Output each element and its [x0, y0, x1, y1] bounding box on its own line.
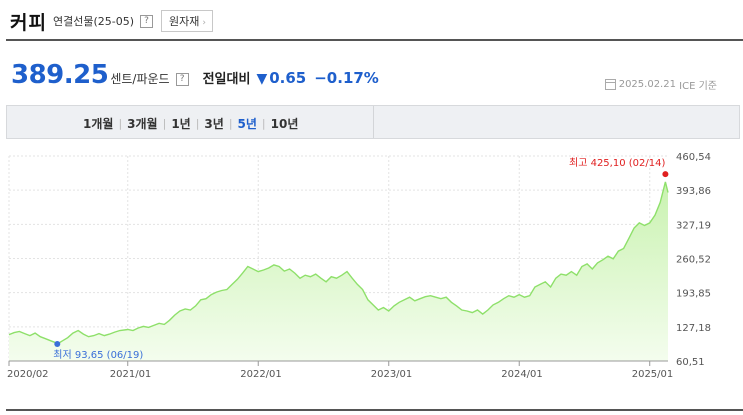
period-selector: 1개월 | 3개월 | 1년 | 3년 | 5년 | 10년	[6, 105, 740, 139]
period-tab[interactable]: 5년	[235, 115, 260, 132]
quote-date-info: 2025.02.21 ICE 기준	[604, 77, 717, 92]
x-tick-label: 2023/01	[371, 369, 413, 380]
price-unit: 센트/파운드	[110, 72, 170, 86]
low-point-label: 최저 93,65 (06/19)	[53, 349, 143, 361]
current-price: 389.25	[11, 60, 109, 90]
x-tick-label: 2025/01	[632, 369, 674, 380]
y-axis-labels: 460,54 393,86 327,19 260,52 193,85 127,18 60,5…	[676, 152, 711, 368]
high-point-marker	[662, 171, 669, 178]
period-tab[interactable]: 3개월	[124, 115, 160, 132]
x-tick-label: 2024/01	[501, 369, 543, 380]
period-tab[interactable]: 1년	[168, 115, 193, 132]
quote-date: 2025.02.21	[618, 79, 676, 90]
tab-separator: |	[261, 117, 266, 130]
price-row: 389.25 센트/파운드 ? 전일대비 ▼ 0.65 −0.17%	[11, 60, 379, 94]
period-tab[interactable]: 1개월	[80, 115, 116, 132]
x-tick-label: 2022/01	[240, 369, 282, 380]
tab-separator: |	[228, 117, 233, 130]
y-tick-label: 393,86	[676, 186, 711, 197]
header: 커피 연결선물(25-05) ? 원자재 ›	[10, 8, 213, 34]
top-divider	[6, 39, 743, 41]
period-tab[interactable]: 3년	[201, 115, 226, 132]
tab-separator: |	[118, 117, 123, 130]
contract-subtitle: 연결선물(25-05)	[52, 15, 134, 28]
x-tick-label: 2021/01	[110, 369, 152, 380]
raw-material-label: 원자재	[169, 15, 200, 28]
change-label: 전일대비	[202, 72, 251, 87]
y-tick-label: 460,54	[676, 152, 711, 163]
x-axis-labels: 2020/02 2021/01 2022/01 2023/01 2024/01 2025/…	[7, 360, 674, 380]
high-point-label: 최고 425,10 (02/14)	[569, 157, 665, 169]
help-icon[interactable]: ?	[140, 14, 153, 28]
change-value: 0.65	[269, 69, 307, 87]
calendar-icon	[604, 79, 616, 90]
change-percent: −0.17%	[314, 69, 379, 87]
y-tick-label: 260,52	[676, 255, 711, 266]
period-bar-divider	[373, 106, 374, 138]
low-point-marker	[54, 341, 61, 348]
y-tick-label: 60,51	[676, 357, 705, 368]
unit-help-icon[interactable]: ?	[175, 73, 189, 86]
y-tick-label: 193,85	[676, 289, 711, 300]
quote-source: ICE 기준	[679, 81, 717, 92]
period-tabs: 1개월 | 3개월 | 1년 | 3년 | 5년 | 10년	[80, 115, 301, 132]
y-tick-label: 127,18	[676, 323, 711, 334]
tab-separator: |	[162, 117, 167, 130]
page-title: 커피	[10, 11, 47, 34]
tab-separator: |	[195, 117, 200, 130]
x-tick-label: 2020/02	[7, 369, 49, 380]
raw-material-button[interactable]: 원자재 ›	[161, 10, 213, 32]
chevron-right-icon: ›	[202, 18, 206, 28]
period-tab[interactable]: 10년	[268, 115, 302, 132]
y-tick-label: 327,19	[676, 220, 711, 231]
price-chart: 460,54 393,86 327,19 260,52 193,85 127,18 60,5…	[7, 152, 711, 380]
bottom-divider	[6, 409, 743, 411]
down-arrow-icon: ▼	[256, 71, 268, 87]
